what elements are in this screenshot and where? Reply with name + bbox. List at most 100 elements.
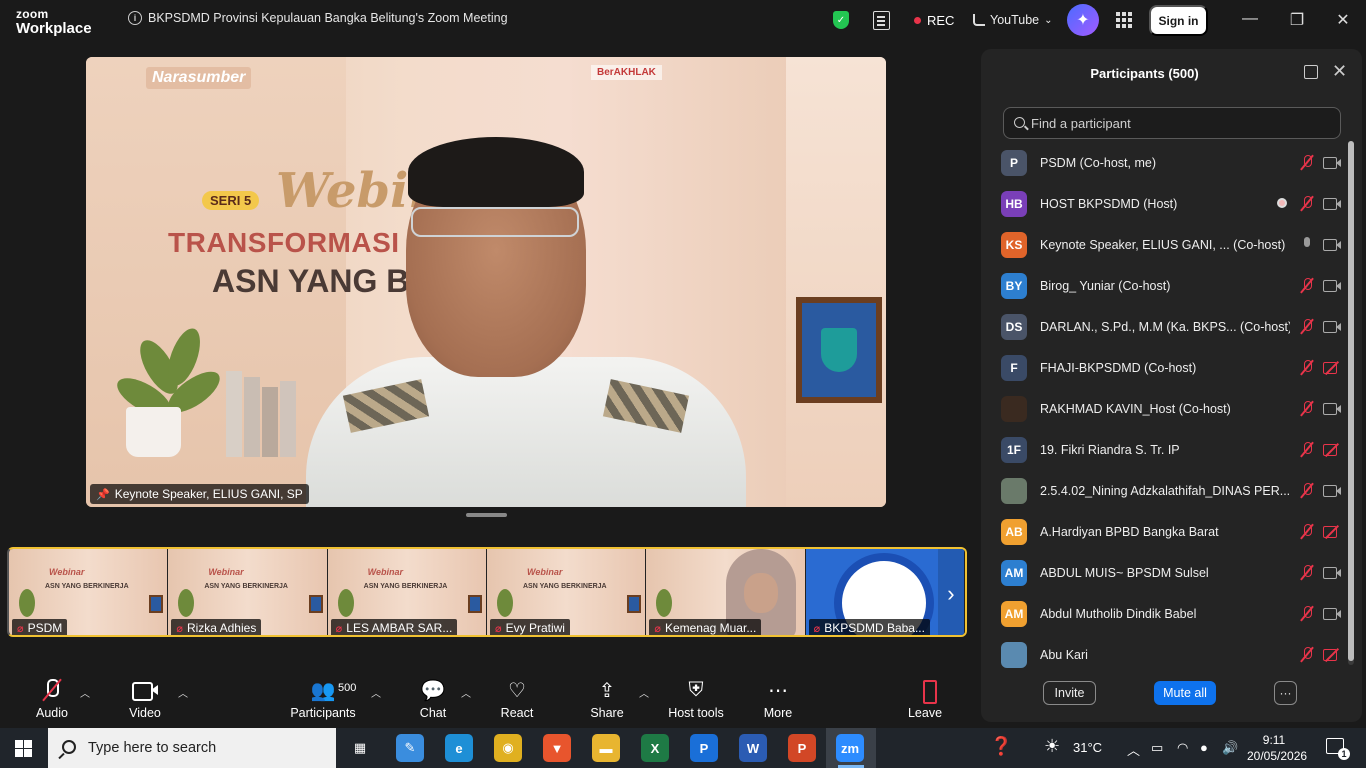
popout-icon[interactable] — [1304, 65, 1318, 79]
wifi-icon[interactable]: ◠ — [1177, 740, 1188, 756]
taskbar-search[interactable]: Type here to search — [48, 728, 336, 768]
ai-companion-icon[interactable]: ✦ — [1067, 4, 1099, 36]
more-options-button[interactable]: ··· — [1274, 681, 1297, 705]
publisher-icon[interactable]: P — [690, 734, 718, 762]
mic-muted-icon[interactable] — [1299, 277, 1315, 293]
share-options-chevron-icon[interactable]: ︿ — [639, 685, 649, 700]
leave-button[interactable]: Leave — [908, 669, 942, 728]
close-panel-icon[interactable]: ✕ — [1332, 61, 1347, 82]
active-speaker-video[interactable]: Narasumber BerAKHLAK Webin SERI 5 TRANSF… — [86, 57, 886, 507]
mic-muted-icon[interactable] — [1299, 564, 1315, 580]
mic-muted-icon[interactable] — [1299, 605, 1315, 621]
mic-muted-icon[interactable] — [1299, 195, 1315, 211]
word-icon[interactable]: W — [739, 734, 767, 762]
mic-muted-icon[interactable] — [1299, 400, 1315, 416]
mic-icon[interactable] — [1299, 236, 1315, 252]
participant-row[interactable]: KS Keynote Speaker, ELIUS GANI, ... (Co-h… — [995, 224, 1341, 265]
participant-row[interactable]: BY Birog_ Yuniar (Co-host) — [995, 265, 1341, 306]
mute-all-button[interactable]: Mute all — [1154, 681, 1216, 705]
taskbar-clock[interactable]: 9:11 20/05/2026 — [1247, 732, 1307, 764]
help-icon[interactable]: ❓ — [990, 736, 1012, 757]
mic-muted-icon[interactable] — [1299, 359, 1315, 375]
video-options-chevron-icon[interactable]: ︿ — [178, 685, 188, 700]
more-button[interactable]: ⋯ More — [762, 669, 794, 728]
tile-bg-sub: ASN YANG BERKINERJA — [522, 583, 607, 590]
sign-in-button[interactable]: Sign in — [1149, 5, 1208, 36]
camera-icon — [132, 681, 158, 701]
invite-button[interactable]: Invite — [1043, 681, 1096, 705]
mic-muted-icon[interactable] — [1299, 523, 1315, 539]
notes-icon[interactable] — [873, 11, 890, 30]
participant-row[interactable]: AM Abdul Mutholib Dindik Babel — [995, 593, 1341, 634]
participant-name: FHAJI-BKPSDMD (Co-host) — [1040, 360, 1197, 375]
mic-muted-icon[interactable] — [1299, 482, 1315, 498]
windows-start-icon[interactable] — [15, 740, 32, 757]
participant-row[interactable]: F FHAJI-BKPSDMD (Co-host) — [995, 347, 1341, 388]
info-icon[interactable]: i — [128, 11, 142, 25]
participant-row[interactable]: HB HOST BKPSDMD (Host) — [995, 183, 1341, 224]
recording-indicator[interactable]: REC — [914, 13, 954, 28]
close-window-icon[interactable]: ✕ — [1333, 10, 1353, 30]
share-button[interactable]: ⇪ Share — [590, 669, 624, 728]
participants-button[interactable]: 👥 Participants — [290, 669, 356, 728]
gallery-next-icon[interactable]: › — [937, 549, 964, 635]
video-button[interactable]: Video — [128, 669, 162, 728]
react-button[interactable]: ♡ React — [500, 669, 534, 728]
participant-row[interactable]: 1F 19. Fikri Riandra S. Tr. IP — [995, 429, 1341, 470]
battery-icon[interactable]: ▭ — [1151, 740, 1163, 756]
excel-icon[interactable]: X — [641, 734, 669, 762]
mic-muted-icon[interactable] — [1299, 154, 1315, 170]
participant-name: Birog_ Yuniar (Co-host) — [1040, 278, 1171, 293]
participant-status-icons — [1299, 605, 1341, 621]
gallery-tile[interactable]: Webinar ASN YANG BERKINERJA ⌀ Evy Pratiwi — [486, 549, 647, 635]
resize-handle[interactable] — [466, 513, 507, 517]
restore-icon[interactable]: ❐ — [1287, 10, 1307, 30]
participant-row[interactable]: 2.5.4.02_Nining Adzkalathifah_DINAS PER.… — [995, 470, 1341, 511]
volume-icon[interactable]: 🔊 — [1222, 740, 1238, 756]
powerpoint-icon[interactable]: P — [788, 734, 816, 762]
zoom-icon[interactable]: zm — [836, 734, 864, 762]
weather-temp[interactable]: 31°C — [1073, 740, 1102, 755]
livestream-indicator[interactable]: YouTube ⌄ — [973, 13, 1053, 27]
mic-muted-icon[interactable] — [1299, 441, 1315, 457]
meeting-title[interactable]: i BKPSDMD Provinsi Kepulauan Bangka Beli… — [128, 11, 508, 25]
participants-options-chevron-icon[interactable]: ︿ — [371, 685, 381, 700]
camera-icon — [1323, 567, 1341, 579]
brave-icon[interactable]: ▼ — [543, 734, 571, 762]
audio-button[interactable]: Audio — [36, 669, 68, 728]
mic-muted-icon[interactable] — [1299, 318, 1315, 334]
edge-icon[interactable]: e — [445, 734, 473, 762]
participant-row[interactable]: AM ABDUL MUIS~ BPSDM Sulsel — [995, 552, 1341, 593]
apps-grid-icon[interactable] — [1116, 12, 1132, 28]
participant-row[interactable]: RAKHMAD KAVIN_Host (Co-host) — [995, 388, 1341, 429]
participant-row[interactable]: AB A.Hardiyan BPBD Bangka Barat — [995, 511, 1341, 552]
paint-icon[interactable]: ✎ — [396, 734, 424, 762]
gallery-tile[interactable]: Webinar ASN YANG BERKINERJA ⌀ LES AMBAR S… — [327, 549, 487, 635]
speaker-person — [306, 107, 746, 507]
task-view-icon[interactable]: ▦ — [346, 734, 374, 762]
show-hidden-icons-chevron-icon[interactable]: ︿ — [1127, 740, 1140, 759]
minimize-icon[interactable]: — — [1240, 10, 1260, 28]
participant-row[interactable]: Abu Kari — [995, 634, 1341, 675]
mic-muted-icon[interactable] — [1299, 646, 1315, 662]
weather-icon[interactable]: ☀ — [1044, 736, 1060, 757]
host-tools-button[interactable]: ⛨ Host tools — [668, 669, 724, 728]
participant-avatar: KS — [1001, 231, 1027, 258]
participant-list-scrollbar[interactable] — [1348, 141, 1354, 665]
chat-button[interactable]: 💬 Chat — [418, 669, 448, 728]
microphone-icon[interactable]: ● — [1200, 740, 1208, 755]
gallery-tile[interactable]: Webinar ASN YANG BERKINERJA ⌀ Rizka Adhie… — [168, 549, 328, 635]
participant-row[interactable]: P PSDM (Co-host, me) — [995, 142, 1341, 183]
chat-options-chevron-icon[interactable]: ︿ — [461, 685, 471, 700]
gallery-tile[interactable]: ⌀ Kemenag Muar... — [646, 549, 806, 635]
gallery-tile[interactable]: Webinar ASN YANG BERKINERJA ⌀ PSDM — [9, 549, 169, 635]
audio-options-chevron-icon[interactable]: ︿ — [80, 685, 90, 700]
file-explorer-icon[interactable]: ▬ — [592, 734, 620, 762]
participant-row[interactable]: DS DARLAN., S.Pd., M.M (Ka. BKPS... (Co-h… — [995, 306, 1341, 347]
gallery-tile[interactable]: ⌀ BKPSDMD Baba... › — [805, 549, 965, 635]
participant-search-input[interactable] — [1031, 115, 1321, 131]
participant-name: Abu Kari — [1040, 647, 1088, 662]
encryption-shield-icon[interactable]: ✓ — [833, 11, 849, 29]
camera-icon — [1323, 280, 1341, 292]
chrome-icon[interactable]: ◉ — [494, 734, 522, 762]
